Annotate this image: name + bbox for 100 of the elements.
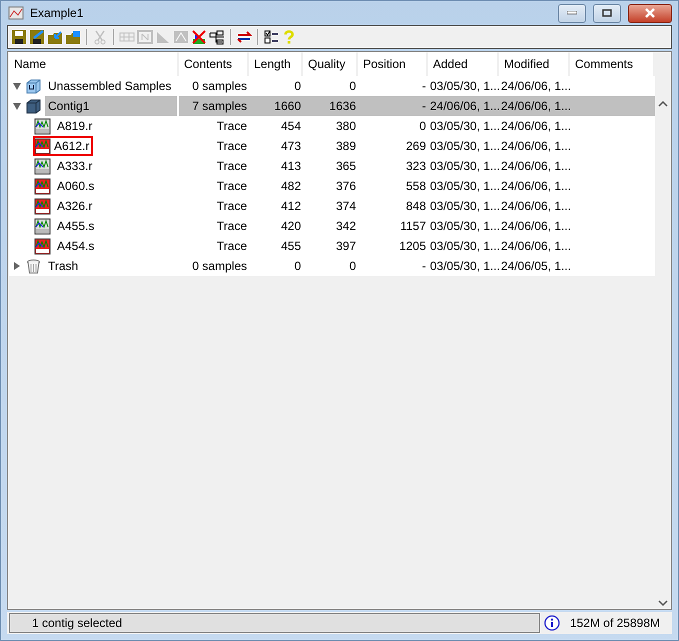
maximize-button[interactable] (593, 4, 621, 22)
folder-import-icon[interactable] (65, 29, 81, 45)
table-cell-text: 24/06/05, 1... (500, 258, 570, 275)
expanded-arrow-icon[interactable] (12, 101, 22, 111)
checklist-icon[interactable] (263, 29, 279, 45)
table-cell-text: 24/06/06, 1... (500, 238, 570, 255)
column-header[interactable]: Name (9, 52, 179, 76)
table-cell-text: 03/05/30, 1... (429, 198, 499, 215)
table-cell-text: 24/06/06, 1... (500, 178, 570, 195)
table-cell-text: 473 (280, 138, 302, 155)
table-cell-text: 558 (404, 178, 427, 195)
tree-item-label[interactable]: A326.r (54, 199, 96, 213)
table-cell-text: Trace (216, 118, 248, 135)
table-cell-text: Trace (216, 138, 248, 155)
table-cell-text: 342 (334, 218, 357, 235)
table-cell-text: 24/06/06, 1... (500, 198, 570, 215)
table-cell-text: 03/05/30, 1... (429, 178, 499, 195)
info-icon[interactable] (544, 615, 560, 631)
column-header[interactable]: Modified (499, 52, 570, 76)
table-cell-text: 0 (418, 118, 427, 135)
table-cell-text: 412 (280, 198, 302, 215)
table-cell-text: 365 (334, 158, 357, 175)
open-folder-icon[interactable] (47, 29, 63, 45)
tree-item-label[interactable]: A612.r (51, 139, 92, 153)
table-cell-text: 24/06/06, 1... (500, 78, 570, 95)
box-icon (25, 98, 42, 114)
table-cell-text: 269 (404, 138, 427, 155)
table-cell-text: Trace (216, 238, 248, 255)
table-cell-text: - (421, 78, 427, 95)
table-cell-text: 0 samples (191, 258, 248, 275)
table-cell-text: 482 (280, 178, 302, 195)
minimize-button[interactable] (558, 4, 586, 22)
table-cell-text: 03/05/30, 1... (429, 218, 499, 235)
table-cell-text: Trace (216, 178, 248, 195)
table-cell-text: 24/06/06, 1... (500, 218, 570, 235)
table-cell-text: 0 (293, 258, 302, 275)
tree-item-label[interactable]: A455.s (54, 219, 98, 233)
table-cell-text: 03/05/30, 1... (429, 138, 499, 155)
column-header[interactable]: Contents (179, 52, 249, 76)
scroll-up-icon[interactable] (658, 100, 668, 108)
trace-file-icon (34, 218, 51, 234)
table-cell-text: Trace (216, 218, 248, 235)
table-cell-text: 323 (404, 158, 427, 175)
table-cell-text: 848 (404, 198, 427, 215)
tree-item-label[interactable]: A333.r (54, 159, 96, 173)
close-button[interactable] (628, 4, 672, 22)
table-cell-text: 03/05/30, 1... (429, 78, 499, 95)
table-cell-text: 0 (348, 258, 357, 275)
tree-item-label[interactable]: A454.s (54, 239, 98, 253)
table-cell: 24/06/06, 1... (499, 96, 570, 116)
table-cell-text: 1157 (399, 218, 427, 235)
status-message: 1 contig selected (9, 613, 540, 633)
expanded-arrow-icon[interactable] (12, 81, 22, 91)
collapsed-arrow-icon[interactable] (12, 261, 22, 271)
app-icon (8, 5, 24, 21)
table-cell-text: 397 (334, 238, 357, 255)
table-cell-text: 420 (280, 218, 302, 235)
table-cell-text: 455 (280, 238, 302, 255)
column-header[interactable]: Quality (303, 52, 358, 76)
table-cell-text: 03/05/30, 1... (429, 238, 499, 255)
save-icon[interactable] (11, 29, 27, 45)
column-header[interactable]: Length (249, 52, 303, 76)
table-cell: 1660 (249, 96, 303, 116)
table-cell-text: 24/06/06, 1... (500, 158, 570, 175)
tree-item-label[interactable]: Trash (45, 259, 82, 273)
table-cell-text: 0 (348, 78, 357, 95)
table-cell-text: 454 (280, 118, 302, 135)
tree-item-label[interactable]: A060.s (54, 179, 98, 193)
table-cell-text: 03/05/30, 1... (429, 118, 499, 135)
table-cell-text: 1205 (398, 238, 427, 255)
column-header[interactable]: Added (428, 52, 499, 76)
trace-file-icon (34, 118, 51, 134)
table-cell-text: 374 (334, 198, 357, 215)
column-header[interactable]: Position (358, 52, 428, 76)
table-cell: 1636 (303, 96, 358, 116)
minimize-icon (567, 11, 577, 15)
column-header[interactable]: Comments (570, 52, 655, 76)
table-cell: 7 samples (179, 96, 249, 116)
table-cell-text: - (421, 258, 427, 275)
memory-usage: 152M of 25898M (568, 616, 661, 630)
tree-item-label[interactable]: A819.r (54, 119, 96, 133)
maximize-icon (602, 9, 612, 17)
sample-box-icon (25, 78, 42, 94)
window-title: Example1 (30, 6, 84, 20)
scroll-down-icon[interactable] (658, 599, 668, 607)
table-cell-text: 413 (280, 158, 302, 175)
table-cell-text: 03/05/30, 1... (429, 158, 499, 175)
table-cell-text: 03/05/30, 1... (429, 258, 499, 275)
save-export-icon[interactable] (29, 29, 45, 45)
trace-file-icon (34, 158, 51, 174)
table-cell-text: Trace (216, 158, 248, 175)
table-cell-text: 380 (334, 118, 357, 135)
table-cell: - (358, 96, 428, 116)
swap-arrows-icon[interactable] (236, 29, 252, 45)
table-cell-text: Trace (216, 198, 248, 215)
tree-icon[interactable] (209, 29, 225, 45)
table-cell-text: 389 (334, 138, 357, 155)
tree-item-label[interactable]: Contig1 (45, 96, 177, 116)
close-icon (644, 8, 656, 18)
tree-item-label[interactable]: Unassembled Samples (45, 79, 174, 93)
